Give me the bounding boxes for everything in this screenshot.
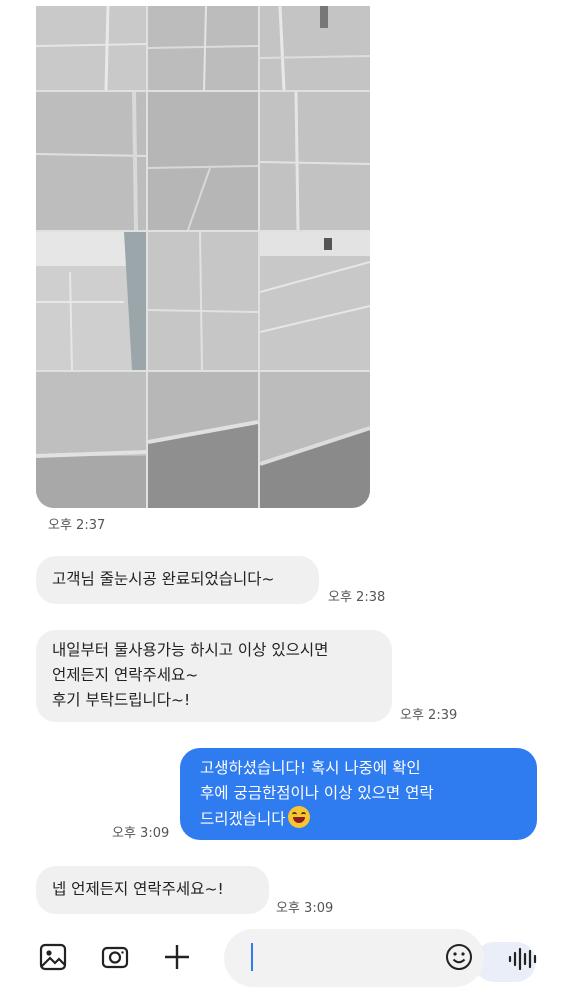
message-input[interactable] xyxy=(224,929,484,987)
message-text: 후기 부탁드립니다~! xyxy=(52,691,191,709)
photo-tile[interactable] xyxy=(36,6,146,90)
photo-tile[interactable] xyxy=(260,372,370,508)
message-time: 오후 2:39 xyxy=(400,708,458,723)
photo-tile[interactable] xyxy=(148,372,258,508)
photo-tile[interactable] xyxy=(260,92,370,230)
photo-tile[interactable] xyxy=(260,6,370,90)
message-bubble-outgoing[interactable]: 고생하셨습니다! 혹시 나중에 확인 후에 궁금한점이나 이상 있으면 연락 드… xyxy=(180,748,537,840)
message-text: 드리겠습니다 xyxy=(200,810,286,828)
message-text: 언제든지 연락주세요~ xyxy=(52,666,199,684)
photo-tile[interactable] xyxy=(148,92,258,230)
message-text: 고생하셨습니다! 혹시 나중에 확인 xyxy=(200,759,421,777)
message-time: 오후 2:37 xyxy=(48,518,106,533)
emoji-icon[interactable] xyxy=(444,942,474,972)
message-time: 오후 2:38 xyxy=(328,590,386,605)
message-time: 오후 3:09 xyxy=(112,826,170,841)
message-text: 넵 언제든지 연락주세요~! xyxy=(52,880,224,898)
text-cursor xyxy=(251,943,253,971)
camera-icon[interactable] xyxy=(100,942,130,972)
message-bubble-incoming[interactable]: 내일부터 물사용가능 하시고 이상 있으시면 언제든지 연락주세요~ 후기 부탁… xyxy=(36,630,392,722)
smiling-face-icon xyxy=(287,806,310,828)
photo-tile[interactable] xyxy=(148,232,258,370)
photo-tile[interactable] xyxy=(148,6,258,90)
message-text: 고객님 줄눈시공 완료되었습니다~ xyxy=(52,570,275,588)
photo-tile[interactable] xyxy=(36,372,146,508)
message-bubble-incoming[interactable]: 넵 언제든지 연락주세요~! xyxy=(36,866,269,914)
image-icon[interactable] xyxy=(38,942,68,972)
photo-tile[interactable] xyxy=(260,232,370,370)
photo-tile[interactable] xyxy=(36,232,146,370)
message-text: 내일부터 물사용가능 하시고 이상 있으시면 xyxy=(52,641,329,659)
message-bubble-incoming[interactable]: 고객님 줄눈시공 완료되었습니다~ xyxy=(36,556,319,604)
plus-icon[interactable] xyxy=(162,942,192,972)
message-text: 후에 궁금한점이나 이상 있으면 연락 xyxy=(200,784,434,802)
voice-icon[interactable] xyxy=(506,944,540,974)
message-time: 오후 3:09 xyxy=(276,901,334,916)
photo-grid[interactable] xyxy=(36,6,370,508)
photo-tile[interactable] xyxy=(36,92,146,230)
